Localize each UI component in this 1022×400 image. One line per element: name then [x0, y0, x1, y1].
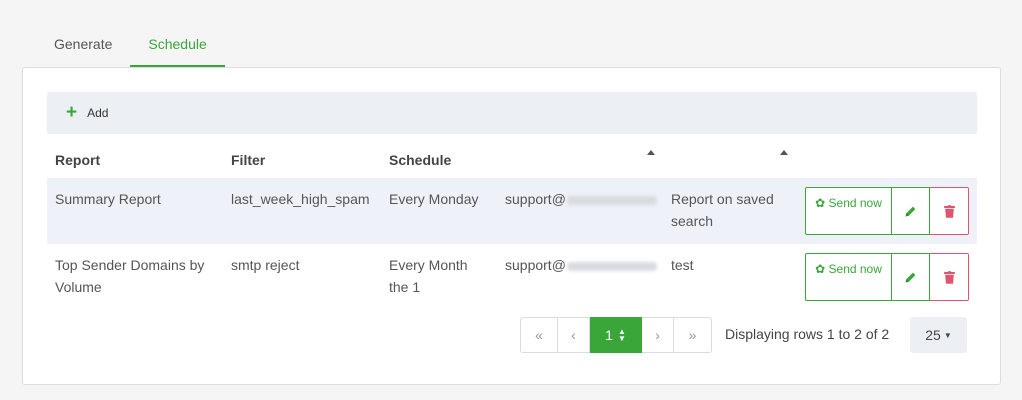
table-row: Summary Report last_week_high_spam Every… [47, 178, 977, 244]
edit-button[interactable] [891, 187, 930, 235]
cell-report: Summary Report [55, 191, 161, 207]
row-actions: ✿ Send now [805, 187, 969, 235]
header-filter[interactable]: Filter [231, 152, 265, 168]
caret-down-icon: ▼ [943, 331, 952, 340]
redacted-domain [566, 195, 657, 205]
trash-icon [943, 270, 955, 284]
cell-schedule: Every Monday [389, 191, 479, 207]
gear-icon: ✿ [815, 196, 826, 210]
first-page-button[interactable]: « [520, 317, 558, 353]
current-page: 1 [605, 327, 613, 343]
header-schedule[interactable]: Schedule [389, 152, 451, 168]
page-size-value: 25 [925, 327, 941, 343]
sort-updown-icon: ▲ ▼ [617, 327, 626, 343]
header-report[interactable]: Report [55, 152, 100, 168]
tab-schedule[interactable]: Schedule [130, 27, 225, 67]
cell-description: test [671, 257, 694, 273]
sort-recipient-icon[interactable] [647, 150, 655, 155]
prev-page-button[interactable]: ‹ [558, 317, 590, 353]
send-now-label: Send now [828, 196, 882, 210]
send-now-button[interactable]: ✿ Send now [805, 253, 891, 301]
row-actions: ✿ Send now [805, 253, 969, 301]
toolbar: + Add [47, 92, 977, 134]
table-row: Top Sender Domains by Volume smtp reject… [47, 244, 977, 310]
email-prefix: support@ [505, 257, 566, 273]
gear-icon: ✿ [815, 262, 826, 276]
cell-recipient: support@ [505, 254, 657, 276]
current-page-select[interactable]: 1 ▲ ▼ [590, 317, 642, 353]
schedule-table: Report Filter Schedule Summary Report la… [47, 140, 977, 310]
cell-report: Top Sender Domains by Volume [55, 257, 205, 295]
cell-filter: smtp reject [231, 257, 300, 273]
cell-description: Report on saved search [671, 191, 774, 229]
add-label: Add [87, 106, 109, 120]
delete-button[interactable] [930, 187, 969, 235]
table-header: Report Filter Schedule [47, 140, 977, 178]
tab-bar: Generate Schedule [36, 27, 225, 67]
delete-button[interactable] [930, 253, 969, 301]
pencil-icon [905, 206, 916, 216]
pagination: « ‹ 1 ▲ ▼ › » [520, 317, 712, 353]
plus-icon: + [66, 101, 78, 123]
send-now-label: Send now [828, 262, 882, 276]
page-size-dropdown[interactable]: 25 ▼ [910, 317, 967, 353]
next-page-button[interactable]: › [642, 317, 674, 353]
sort-description-icon[interactable] [780, 150, 788, 155]
last-page-button[interactable]: » [674, 317, 712, 353]
edit-button[interactable] [891, 253, 930, 301]
tab-generate[interactable]: Generate [36, 27, 130, 67]
pencil-icon [905, 272, 916, 282]
cell-schedule: Every Month the 1 [389, 257, 468, 295]
cell-recipient: support@ [505, 188, 657, 210]
cell-filter: last_week_high_spam [231, 191, 370, 207]
redacted-domain [566, 261, 657, 271]
send-now-button[interactable]: ✿ Send now [805, 187, 891, 235]
trash-icon [943, 204, 955, 218]
email-prefix: support@ [505, 191, 566, 207]
schedule-panel: + Add Report Filter Schedule Summary Rep… [22, 67, 1001, 385]
add-button[interactable]: + Add [66, 101, 109, 123]
rows-info: Displaying rows 1 to 2 of 2 [725, 326, 890, 342]
